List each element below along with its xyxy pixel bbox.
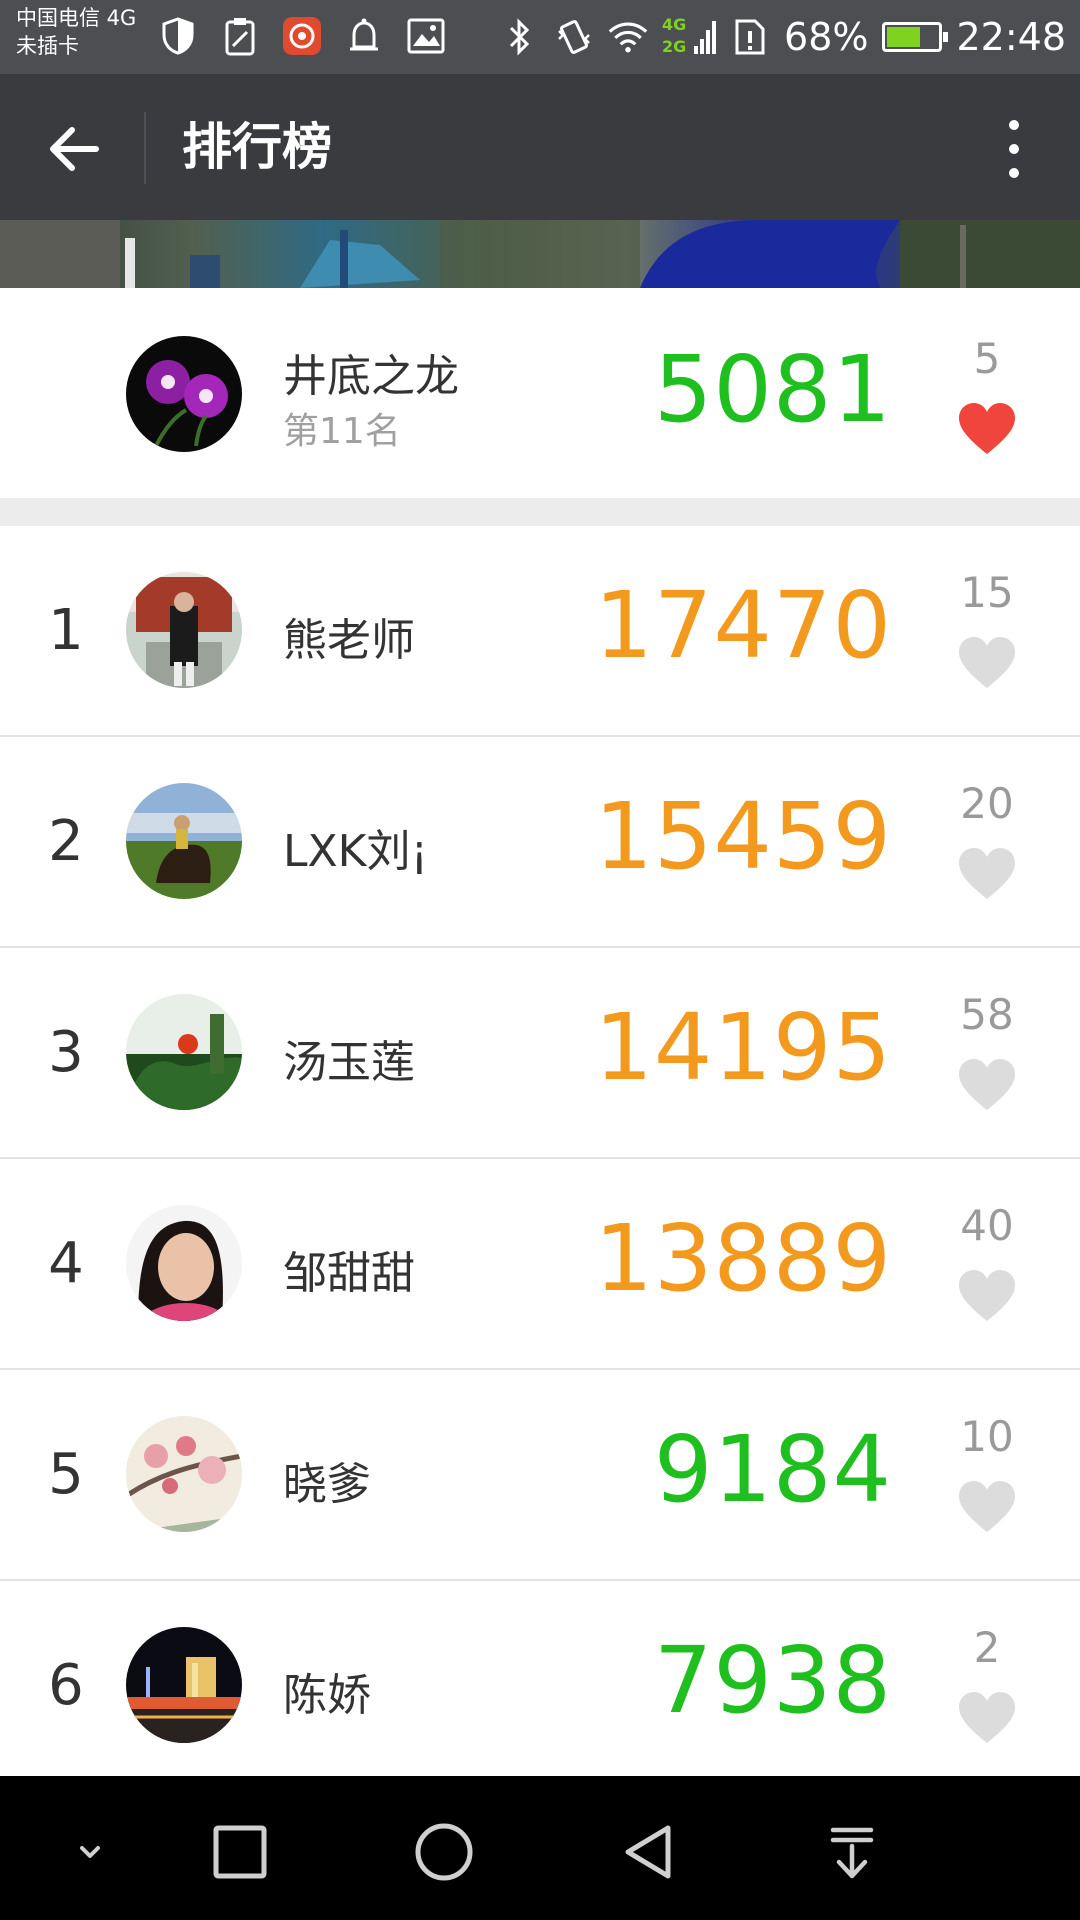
ranking-row[interactable]: 1 熊老师 17470 15 bbox=[0, 526, 1080, 737]
more-dot bbox=[1009, 144, 1019, 154]
ranking-row[interactable]: 2 LXK刘¡ 15459 20 bbox=[0, 737, 1080, 948]
battery-fill bbox=[887, 27, 921, 47]
page-title: 排行榜 bbox=[182, 118, 332, 176]
arrow-left-icon bbox=[50, 127, 99, 171]
rank-number: 2 bbox=[48, 809, 84, 874]
ranking-row[interactable]: 5 晓爹 9184 10 bbox=[0, 1370, 1080, 1581]
carrier-line-1: 中国电信 4G bbox=[16, 6, 137, 30]
like-heart-icon[interactable] bbox=[957, 1269, 1017, 1323]
clipboard-icon bbox=[220, 16, 260, 56]
clock: 22:48 bbox=[956, 15, 1066, 59]
rank-number: 5 bbox=[48, 1442, 84, 1507]
player-score: 7938 bbox=[653, 1627, 892, 1734]
player-name: 晓爹 bbox=[283, 1459, 371, 1510]
player-score: 9184 bbox=[653, 1416, 892, 1523]
avatar bbox=[126, 572, 242, 688]
notification-icons bbox=[158, 16, 446, 56]
like-heart-icon[interactable] bbox=[957, 402, 1017, 456]
sim-alert-icon bbox=[730, 17, 770, 57]
chevron-down-icon[interactable] bbox=[50, 1812, 130, 1892]
carrier-info: 中国电信 4G 未插卡 bbox=[16, 4, 136, 60]
like-count: 58 bbox=[960, 990, 1014, 1039]
player-name: 熊老师 bbox=[283, 615, 415, 666]
wifi-icon bbox=[608, 17, 648, 57]
rank-number: 1 bbox=[48, 598, 84, 663]
rank-number: 3 bbox=[48, 1020, 84, 1085]
avatar bbox=[126, 336, 242, 452]
like-count: 2 bbox=[973, 1623, 1001, 1672]
player-score: 17470 bbox=[594, 572, 892, 679]
network-4g-label: 4G bbox=[662, 15, 687, 34]
ranking-row[interactable]: 6 陈娇 7938 2 bbox=[0, 1581, 1080, 1792]
player-score: 13889 bbox=[594, 1205, 892, 1312]
battery-percent: 68% bbox=[784, 15, 869, 59]
like-count: 40 bbox=[960, 1201, 1014, 1250]
my-like-count: 5 bbox=[973, 334, 1001, 383]
avatar bbox=[126, 1416, 242, 1532]
player-name: 陈娇 bbox=[283, 1670, 371, 1721]
section-divider bbox=[0, 498, 1080, 526]
like-heart-icon[interactable] bbox=[957, 847, 1017, 901]
avatar bbox=[126, 994, 242, 1110]
player-score: 15459 bbox=[594, 783, 892, 890]
player-name: 邹甜甜 bbox=[283, 1248, 415, 1299]
like-heart-icon[interactable] bbox=[957, 1691, 1017, 1745]
player-score: 14195 bbox=[594, 994, 892, 1101]
more-vertical-icon bbox=[1009, 120, 1019, 130]
ranking-row[interactable]: 3 汤玉莲 14195 58 bbox=[0, 948, 1080, 1159]
player-name: 汤玉莲 bbox=[283, 1037, 415, 1088]
system-navigation-bar bbox=[0, 1776, 1080, 1920]
system-status: 4G 2G 68% 22:48 bbox=[500, 0, 1066, 74]
back-triangle-icon[interactable] bbox=[608, 1812, 688, 1892]
vibrate-icon bbox=[554, 17, 594, 57]
header-banner-image bbox=[0, 220, 1080, 288]
app-notification-icon bbox=[282, 16, 322, 56]
network-2g-label: 2G bbox=[662, 37, 687, 56]
toolbar: 排行榜 bbox=[0, 74, 1080, 220]
pull-down-icon[interactable] bbox=[812, 1812, 892, 1892]
toolbar-divider bbox=[144, 112, 146, 184]
like-heart-icon[interactable] bbox=[957, 1058, 1017, 1112]
avatar bbox=[126, 783, 242, 899]
like-count: 15 bbox=[960, 568, 1014, 617]
player-name: LXK刘¡ bbox=[283, 826, 429, 877]
like-count: 10 bbox=[960, 1412, 1014, 1461]
back-button[interactable] bbox=[36, 114, 112, 184]
bluetooth-icon bbox=[500, 17, 540, 57]
avatar bbox=[126, 1627, 242, 1743]
my-name: 井底之龙 bbox=[283, 351, 459, 402]
home-circle-icon[interactable] bbox=[404, 1812, 484, 1892]
avatar bbox=[126, 1205, 242, 1321]
carrier-line-2: 未插卡 bbox=[16, 34, 79, 58]
rank-number: 4 bbox=[48, 1231, 84, 1296]
more-options-button[interactable] bbox=[984, 116, 1044, 182]
rank-number: 6 bbox=[48, 1653, 84, 1718]
more-dot bbox=[1009, 168, 1019, 178]
shield-icon bbox=[158, 16, 198, 56]
battery-icon bbox=[882, 22, 949, 52]
my-score: 5081 bbox=[653, 336, 892, 443]
like-heart-icon[interactable] bbox=[957, 1480, 1017, 1534]
bell-icon bbox=[344, 16, 384, 56]
signal-icon: 4G 2G bbox=[662, 15, 717, 57]
image-icon bbox=[406, 16, 446, 56]
my-rank-text: 第11名 bbox=[283, 411, 401, 452]
my-ranking-row[interactable]: 井底之龙 第11名 5081 5 bbox=[0, 288, 1080, 498]
ranking-row[interactable]: 4 邹甜甜 13889 40 bbox=[0, 1159, 1080, 1370]
like-count: 20 bbox=[960, 779, 1014, 828]
status-bar: 中国电信 4G 未插卡 4G 2G 68% 22:48 bbox=[0, 0, 1080, 74]
recents-square-icon[interactable] bbox=[200, 1812, 280, 1892]
like-heart-icon[interactable] bbox=[957, 636, 1017, 690]
